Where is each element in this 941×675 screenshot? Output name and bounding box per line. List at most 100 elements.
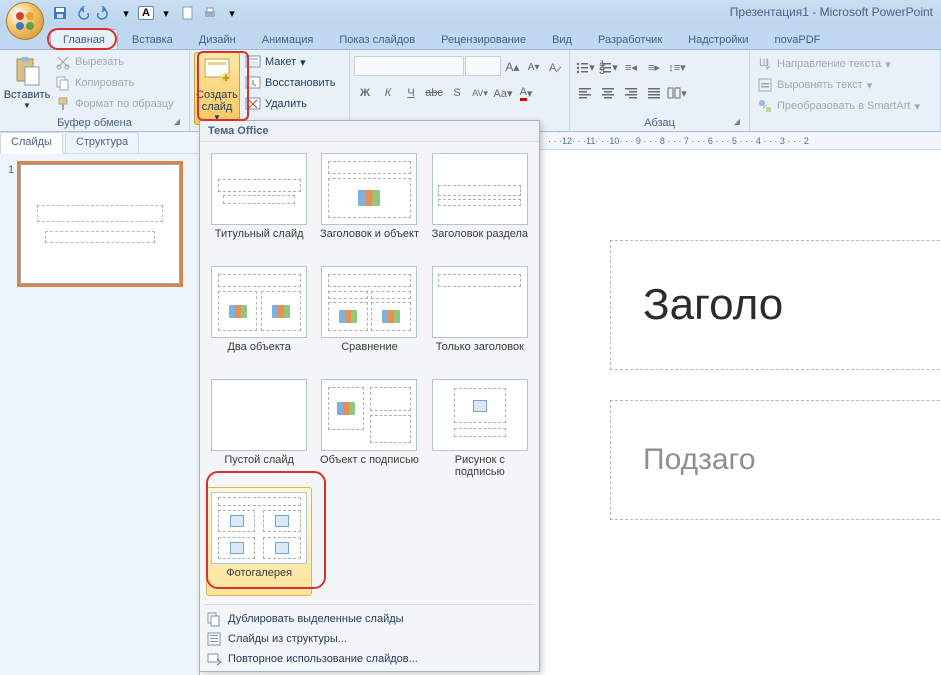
bullets-button[interactable]: ▾ — [574, 56, 596, 78]
title-placeholder[interactable]: Заголо — [610, 240, 941, 370]
paragraph-group-title: Абзац◢ — [574, 115, 745, 131]
font-color-button[interactable]: A▾ — [515, 82, 537, 104]
clear-format-button[interactable]: A — [545, 56, 565, 78]
align-text-icon — [757, 77, 773, 93]
layout-icon — [245, 54, 261, 70]
numbering-icon: 123 — [598, 60, 612, 74]
strike-button[interactable]: abc — [423, 82, 445, 104]
office-logo-icon — [13, 9, 37, 33]
underline-button[interactable]: Ч — [400, 82, 422, 104]
left-panel: Слайды Структура 1 — [0, 132, 200, 675]
numbering-button[interactable]: 123▾ — [597, 56, 619, 78]
subtitle-placeholder[interactable]: Подзаго — [610, 400, 941, 520]
layout-title-content[interactable]: Заголовок и объект — [316, 148, 422, 257]
tab-insert[interactable]: Вставка — [120, 30, 185, 49]
ribbon-tabs: Главная Вставка Дизайн Анимация Показ сл… — [0, 26, 941, 50]
shadow-button[interactable]: S — [446, 82, 468, 104]
duplicate-icon — [206, 611, 222, 627]
bold-button[interactable]: Ж — [354, 82, 376, 104]
tab-slideshow[interactable]: Показ слайдов — [327, 30, 427, 49]
qat-new-button[interactable] — [178, 3, 198, 23]
reset-icon — [245, 75, 261, 91]
align-text-button[interactable]: Выровнять текст ▾ — [754, 75, 923, 95]
slide-edit-area: · · ·12· · ·11· · ·10· · · 9 · · · 8 · ·… — [540, 132, 941, 675]
align-left-button[interactable] — [574, 82, 596, 104]
new-slide-button[interactable]: Создать слайд ▼ — [194, 52, 240, 125]
layout-title-slide[interactable]: Титульный слайд — [206, 148, 312, 257]
layout-comparison[interactable]: Сравнение — [316, 261, 422, 370]
delete-icon — [245, 96, 261, 112]
decrease-indent-button[interactable]: ≡◂ — [620, 56, 642, 78]
slide-thumbnail-1[interactable]: 1 — [8, 164, 191, 284]
qat-save-button[interactable] — [50, 3, 70, 23]
panel-tabs: Слайды Структура — [0, 132, 199, 154]
copy-button[interactable]: Копировать — [52, 73, 177, 93]
char-spacing-button[interactable]: AV▾ — [469, 82, 491, 104]
italic-button[interactable]: К — [377, 82, 399, 104]
increase-indent-button[interactable]: ≡▸ — [643, 56, 665, 78]
qat-print-button[interactable] — [200, 3, 220, 23]
menu-reuse-slides[interactable]: Повторное использование слайдов... — [200, 649, 539, 669]
format-painter-icon — [55, 96, 71, 112]
qat-more-button[interactable]: ▾ — [116, 3, 136, 23]
svg-text:A: A — [549, 62, 557, 74]
horizontal-ruler: · · ·12· · ·11· · ·10· · · 9 · · · 8 · ·… — [540, 132, 941, 150]
align-center-button[interactable] — [597, 82, 619, 104]
cut-button[interactable]: Вырезать — [52, 52, 177, 72]
delete-button[interactable]: Удалить — [242, 94, 338, 114]
grow-font-button[interactable]: A▴ — [502, 56, 522, 78]
qat-customize-button[interactable]: ▾ — [222, 3, 242, 23]
layout-section-header[interactable]: Заголовок раздела — [427, 148, 533, 257]
qat-undo-button[interactable] — [72, 3, 92, 23]
tab-design[interactable]: Дизайн — [187, 30, 248, 49]
layout-button[interactable]: Макет ▾ — [242, 52, 338, 72]
tab-view[interactable]: Вид — [540, 30, 584, 49]
align-right-icon — [624, 86, 638, 100]
convert-smartart-button[interactable]: Преобразовать в SmartArt ▾ — [754, 96, 923, 116]
slide-canvas[interactable]: Заголо Подзаго — [600, 190, 941, 650]
clipboard-launcher[interactable]: ◢ — [171, 117, 183, 129]
line-spacing-button[interactable]: ↕≡▾ — [666, 56, 688, 78]
paste-label: Вставить — [4, 89, 51, 101]
layout-pic-caption[interactable]: Рисунок с подписью — [427, 374, 533, 483]
panel-tab-outline[interactable]: Структура — [65, 132, 139, 153]
tab-animation[interactable]: Анимация — [250, 30, 326, 49]
layout-blank[interactable]: Пустой слайд — [206, 374, 312, 483]
columns-button[interactable]: ▾ — [666, 82, 688, 104]
change-case-button[interactable]: Aa▾ — [492, 82, 514, 104]
align-right-button[interactable] — [620, 82, 642, 104]
slide-number: 1 — [8, 164, 14, 284]
layout-title-only[interactable]: Только заголовок — [427, 261, 533, 370]
tab-addins[interactable]: Надстройки — [676, 30, 760, 49]
window-title: Презентация1 - Microsoft PowerPoint — [730, 5, 933, 19]
panel-tab-slides[interactable]: Слайды — [0, 132, 63, 154]
paste-button[interactable]: Вставить ▼ — [4, 52, 50, 113]
ribbon-group-font: A▴ A▾ A Ж К Ч abc S AV▾ Aa▾ A▾ ◢ — [350, 50, 570, 131]
text-direction-icon: Ш — [757, 56, 773, 72]
text-direction-button[interactable]: ШНаправление текста ▾ — [754, 54, 923, 74]
justify-button[interactable] — [643, 82, 665, 104]
qat-font-button[interactable]: A — [138, 6, 154, 20]
layout-two-content[interactable]: Два объекта — [206, 261, 312, 370]
font-size-combo[interactable] — [465, 56, 502, 76]
menu-duplicate-slides[interactable]: Дублировать выделенные слайды — [200, 609, 539, 629]
qat-more2-button[interactable]: ▾ — [156, 3, 176, 23]
format-painter-button[interactable]: Формат по образцу — [52, 94, 177, 114]
tab-developer[interactable]: Разработчик — [586, 30, 674, 49]
office-button[interactable] — [6, 2, 44, 40]
tab-review[interactable]: Рецензирование — [429, 30, 538, 49]
paragraph-launcher[interactable]: ◢ — [731, 117, 743, 129]
layout-obj-caption[interactable]: Объект с подписью — [316, 374, 422, 483]
qat-redo-button[interactable] — [94, 3, 114, 23]
tab-novapdf[interactable]: novaPDF — [763, 30, 833, 49]
menu-from-outline[interactable]: Слайды из структуры... — [200, 629, 539, 649]
clipboard-group-title: Буфер обмена◢ — [4, 115, 185, 131]
shrink-font-button[interactable]: A▾ — [524, 56, 544, 78]
title-bar: ▾ A ▾ ▾ Презентация1 - Microsoft PowerPo… — [0, 0, 941, 26]
thumbnail-preview — [20, 164, 180, 284]
font-family-combo[interactable] — [354, 56, 464, 76]
layout-photogallery[interactable]: Фотогалерея — [206, 487, 312, 596]
new-slide-icon — [201, 55, 233, 87]
reset-button[interactable]: Восстановить — [242, 73, 338, 93]
tab-home[interactable]: Главная — [50, 29, 118, 49]
